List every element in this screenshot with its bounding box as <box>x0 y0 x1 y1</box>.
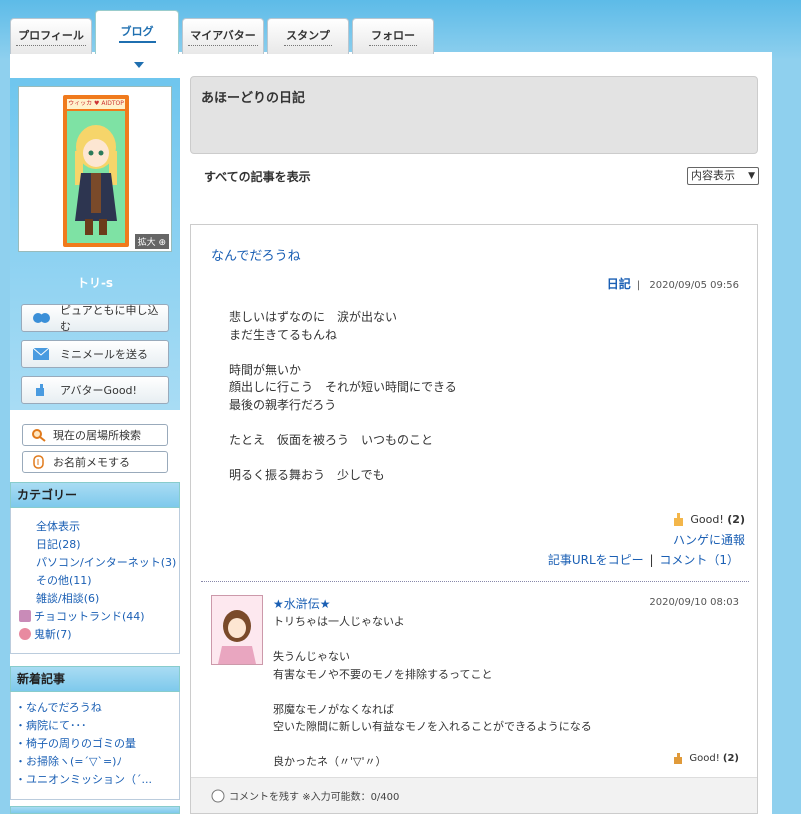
category-item[interactable]: 日記(28) <box>11 536 179 554</box>
category-item[interactable]: その他(11) <box>11 572 179 590</box>
next-box-header <box>10 806 180 814</box>
new-posts-header: 新着記事 <box>10 666 180 692</box>
good-hand-icon <box>672 751 686 765</box>
new-post-item[interactable]: ・病院にて･･･ <box>11 717 179 735</box>
user-name: トリ-s <box>76 276 114 290</box>
enlarge-button[interactable]: 拡大 ⊕ <box>134 234 169 249</box>
category-item[interactable]: 鬼斬(7) <box>11 626 179 644</box>
good-hand-icon <box>32 383 50 397</box>
article-body: 悲しいはずなのに 涙が出ない まだ生きてるもんね 時間が無いか 顔出しに行こう … <box>229 310 457 483</box>
article-meta: 日記 | 2020/09/05 09:56 <box>606 277 739 291</box>
chevron-down-icon: ▼ <box>748 171 755 181</box>
category-header: カテゴリー <box>10 482 180 508</box>
avatar-logo: ウィッカ ♥ AIDTOP <box>67 99 125 109</box>
article-date: 2020/09/05 09:56 <box>649 280 739 291</box>
comment-date: 2020/09/10 08:03 <box>649 597 739 608</box>
speech-bubble-icon <box>211 789 225 803</box>
avatar-frame[interactable]: ウィッカ ♥ AIDTOP 拡大 ⊕ <box>18 86 172 252</box>
article-category[interactable]: 日記 <box>607 277 631 291</box>
good-hand-icon <box>671 511 687 527</box>
avatar-image: ウィッカ ♥ AIDTOP <box>63 95 129 247</box>
tab-follow[interactable]: フォロー <box>352 18 434 54</box>
search-icon <box>31 428 47 442</box>
divider <box>201 581 749 582</box>
leave-comment-bar[interactable]: コメントを残す ※入力可能数：0/400 <box>191 777 757 813</box>
article-title[interactable]: なんでだろうね <box>211 245 301 264</box>
memo-icon <box>31 455 47 469</box>
copy-url-link[interactable]: 記事URLをコピー <box>548 553 644 567</box>
zoom-icon: ⊕ <box>158 238 166 248</box>
new-post-item[interactable]: ・ユニオンミッション（´... <box>11 771 179 789</box>
sidebar-profile: ウィッカ ♥ AIDTOP 拡大 ⊕ トリ-s ピュアともに申し込む ミニメール… <box>10 78 180 410</box>
location-search-button[interactable]: 現在の居場所検索 <box>22 424 168 446</box>
tab-stamp[interactable]: スタンプ <box>267 18 349 54</box>
article-links: 記事URLをコピー | コメント（1） <box>547 553 739 567</box>
pure-icon <box>32 311 50 325</box>
comment-body: トリちゃは一人じゃないよ 失うんじゃない 有害なモノや不要のモノを排除するってこ… <box>273 615 592 768</box>
category-box: 全体表示 日記(28) パソコン/インターネット(3) その他(11) 雑談/相… <box>10 508 180 654</box>
category-item[interactable]: チョコットランド(44) <box>11 608 179 626</box>
active-tab-arrow-icon <box>134 62 144 68</box>
new-posts-box: ・なんでだろうね ・病院にて･･･ ・椅子の周りのゴミの量 ・お掃除ヽ(=´▽`… <box>10 692 180 800</box>
avatar-figure <box>67 111 125 243</box>
new-post-item[interactable]: ・なんでだろうね <box>11 699 179 717</box>
chocotto-land-icon <box>19 610 31 622</box>
new-post-item[interactable]: ・椅子の周りのゴミの量 <box>11 735 179 753</box>
new-post-item[interactable]: ・お掃除ヽ(=´▽`=)ﾉ <box>11 753 179 771</box>
name-memo-button[interactable]: お名前メモする <box>22 451 168 473</box>
tab-bar: プロフィール ブログ マイアバター スタンプ フォロー <box>10 10 437 54</box>
send-mini-mail-button[interactable]: ミニメールを送る <box>21 340 169 368</box>
diary-header: あほーどりの日記 <box>190 76 758 154</box>
comment-link[interactable]: コメント（1） <box>659 553 739 567</box>
tab-blog[interactable]: ブログ <box>95 10 179 54</box>
comment-good-button[interactable]: Good! (2) <box>672 751 739 765</box>
onigiri-icon <box>19 628 31 640</box>
diary-title: あほーどりの日記 <box>201 91 306 106</box>
commenter-name[interactable]: ★水滸伝★ <box>273 595 331 612</box>
mail-icon <box>32 347 50 361</box>
report-link[interactable]: ハンゲに通報 <box>673 531 745 548</box>
blog-article: なんでだろうね 日記 | 2020/09/05 09:56 悲しいはずなのに 涙が… <box>190 224 758 814</box>
display-mode-select[interactable]: 内容表示 ▼ <box>687 167 759 185</box>
pure-friend-request-button[interactable]: ピュアともに申し込む <box>21 304 169 333</box>
category-item[interactable]: 全体表示 <box>11 518 179 536</box>
avatar-good-button[interactable]: アバターGood! <box>21 376 169 404</box>
show-all-posts: すべての記事を表示 <box>204 170 311 184</box>
commenter-avatar[interactable] <box>211 595 263 665</box>
tab-my-avatar[interactable]: マイアバター <box>182 18 264 54</box>
article-good-button[interactable]: Good! (2) <box>671 511 745 527</box>
category-item[interactable]: 雑談/相談(6) <box>11 590 179 608</box>
tab-profile[interactable]: プロフィール <box>10 18 92 54</box>
category-item[interactable]: パソコン/インターネット(3) <box>11 554 179 572</box>
